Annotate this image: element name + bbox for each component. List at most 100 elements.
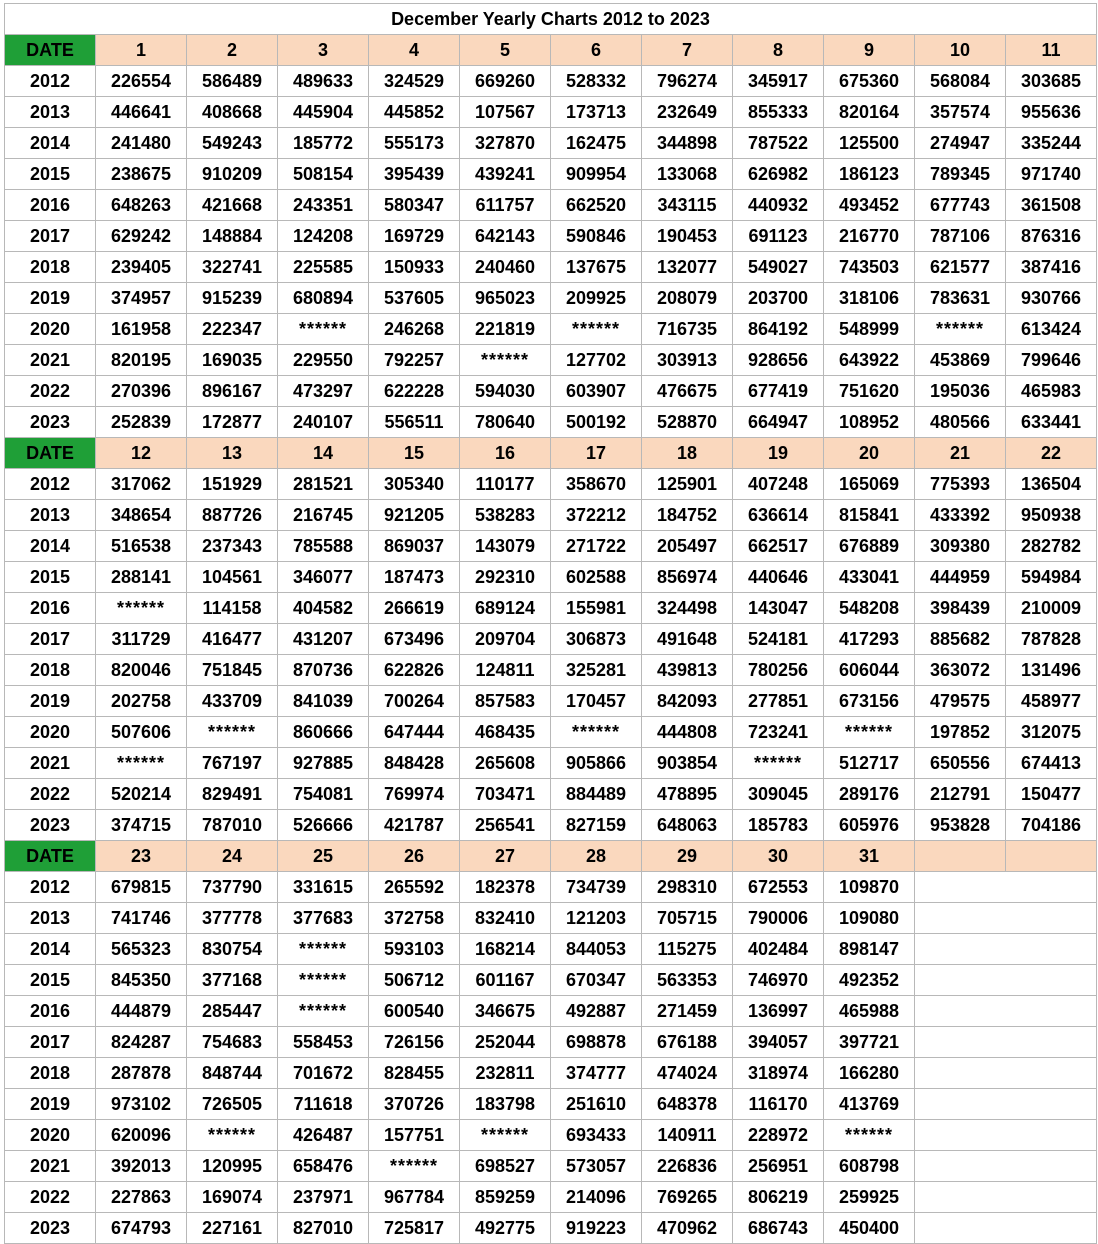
result-cell: 197852 [914,716,1006,748]
missing-result-cell: ****** [823,1119,915,1151]
result-cell: 110177 [459,468,551,500]
result-cell: 228972 [732,1119,824,1151]
result-cell: 751620 [823,375,915,407]
result-cell: 407248 [732,468,824,500]
result-cell: 151929 [186,468,278,500]
result-cell: 658476 [277,1150,369,1182]
result-cell: 754683 [186,1026,278,1058]
result-cell: 216770 [823,220,915,252]
result-cell: 137675 [550,251,642,283]
result-cell: 689124 [459,592,551,624]
result-cell: 662520 [550,189,642,221]
result-cell: 775393 [914,468,1006,500]
day-header: 9 [823,34,915,66]
year-label: 2013 [4,902,96,934]
result-cell: 318106 [823,282,915,314]
result-cell: 473297 [277,375,369,407]
day-header: 25 [277,840,369,872]
result-cell: 792257 [368,344,460,376]
result-cell: 274947 [914,127,1006,159]
year-label: 2021 [4,344,96,376]
year-label: 2015 [4,561,96,593]
result-cell: 322741 [186,251,278,283]
result-cell: 769265 [641,1181,733,1213]
result-cell: 439813 [641,654,733,686]
result-cell: 182378 [459,871,551,903]
result-cell: 232649 [641,96,733,128]
year-row: 2013 741746 377778 377683 372758 832410 121203… [4,902,1097,934]
result-cell: 397721 [823,1026,915,1058]
result-cell: 243351 [277,189,369,221]
result-cell: 780640 [459,406,551,438]
result-cell: 723241 [732,716,824,748]
year-label: 2019 [4,685,96,717]
result-cell: 492352 [823,964,915,996]
result-cell: 860666 [277,716,369,748]
result-cell: 239405 [95,251,187,283]
result-cell: 209704 [459,623,551,655]
result-cell: 538283 [459,499,551,531]
year-row: 2019 374957 915239 680894 537605 965023 209925… [4,282,1097,314]
result-cell: 580347 [368,189,460,221]
result-cell: 528870 [641,406,733,438]
year-row: 2023 674793 227161 827010 725817 492775 919223… [4,1212,1097,1244]
empty-area [914,871,1097,903]
result-cell: 674413 [1005,747,1097,779]
year-row: 2020 161958 222347 ****** 246268 221819 ******… [4,313,1097,345]
result-cell: 884489 [550,778,642,810]
result-cell: 711618 [277,1088,369,1120]
result-cell: 787106 [914,220,1006,252]
result-cell: 844053 [550,933,642,965]
result-cell: 287878 [95,1057,187,1089]
result-cell: 633441 [1005,406,1097,438]
year-row: 2016 648263 421668 243351 580347 611757 662520… [4,189,1097,221]
result-cell: 227161 [186,1212,278,1244]
result-cell: 492775 [459,1212,551,1244]
results-grid: December Yearly Charts 2012 to 2023 DATE… [4,3,1097,1244]
result-cell: 903854 [641,747,733,779]
result-cell: 226836 [641,1150,733,1182]
result-cell: 131496 [1005,654,1097,686]
yearly-chart-sheet: December Yearly Charts 2012 to 2023 DATE… [0,0,1098,1244]
empty-area [914,1212,1097,1244]
result-cell: 172877 [186,406,278,438]
result-cell: 629242 [95,220,187,252]
year-label: 2018 [4,251,96,283]
result-cell: 165069 [823,468,915,500]
result-cell: 769974 [368,778,460,810]
result-cell: 662517 [732,530,824,562]
result-cell: 799646 [1005,344,1097,376]
result-cell: 841039 [277,685,369,717]
result-cell: 292310 [459,561,551,593]
result-cell: 500192 [550,406,642,438]
result-cell: 643922 [823,344,915,376]
result-cell: 226554 [95,65,187,97]
result-cell: 563353 [641,964,733,996]
result-cell: 358670 [550,468,642,500]
result-cell: 528332 [550,65,642,97]
result-cell: 701672 [277,1057,369,1089]
date-header-row: DATE 12 13 14 15 16 17 18 19 20 21 22 [4,437,1097,469]
result-cell: 520214 [95,778,187,810]
missing-result-cell: ****** [550,716,642,748]
result-cell: 173713 [550,96,642,128]
result-cell: 357574 [914,96,1006,128]
result-cell: 136997 [732,995,824,1027]
year-row: 2017 629242 148884 124208 169729 642143 590846… [4,220,1097,252]
result-cell: 127702 [550,344,642,376]
day-header: 13 [186,437,278,469]
result-cell: 785588 [277,530,369,562]
result-cell: 265592 [368,871,460,903]
result-cell: 377778 [186,902,278,934]
year-row: 2012 679815 737790 331615 265592 182378 734739… [4,871,1097,903]
result-cell: 377168 [186,964,278,996]
missing-result-cell: ****** [277,313,369,345]
result-cell: 789345 [914,158,1006,190]
result-cell: 613424 [1005,313,1097,345]
result-cell: 271459 [641,995,733,1027]
empty-area [914,902,1097,934]
day-header: 14 [277,437,369,469]
result-cell: 508154 [277,158,369,190]
missing-result-cell: ****** [459,344,551,376]
result-cell: 345917 [732,65,824,97]
